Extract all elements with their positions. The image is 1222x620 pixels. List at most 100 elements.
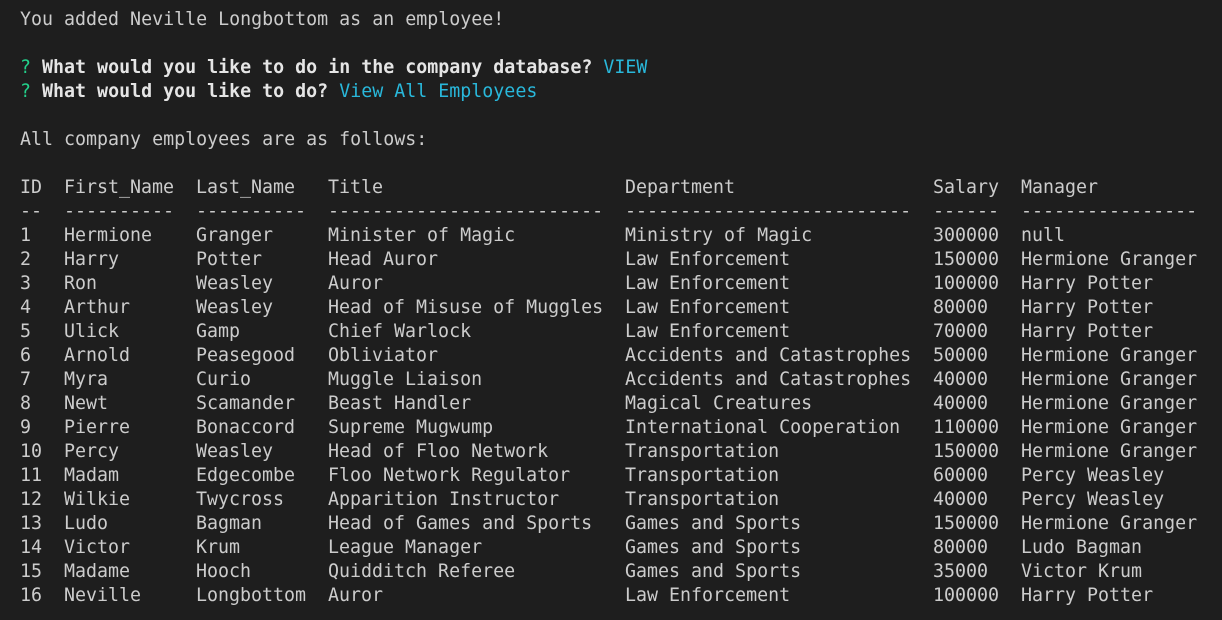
cell-last-name: Weasley <box>196 441 274 462</box>
cell-salary: 100000 <box>933 585 1000 606</box>
cell-first-name: Madam <box>64 465 120 486</box>
table-header-row: ID First_Name Last_Name Title Department… <box>20 176 1222 200</box>
header-salary: Salary <box>933 177 1000 198</box>
cell-first-name: Ludo <box>64 513 109 534</box>
cell-id: 5 <box>20 321 32 342</box>
cell-id: 1 <box>20 225 32 246</box>
question-mark-icon: ? <box>20 81 32 102</box>
cell-last-name: Peasegood <box>196 345 296 366</box>
cell-last-name: Scamander <box>196 393 296 414</box>
table-row: 6 Arnold Peasegood Obliviator Accidents and … <box>20 344 1222 368</box>
employee-table: ID First_Name Last_Name Title Department… <box>20 176 1222 608</box>
cell-id: 13 <box>20 513 43 534</box>
cell-last-name: Potter <box>196 249 263 270</box>
cell-last-name: Gamp <box>196 321 241 342</box>
cell-department: Accidents and Catastrophes <box>625 369 912 390</box>
cell-title: Quidditch Referee <box>328 561 516 582</box>
cell-department: Transportation <box>625 465 780 486</box>
cell-manager: Percy Weasley <box>1021 465 1165 486</box>
cell-department: Ministry of Magic <box>625 225 813 246</box>
cell-department: Law Enforcement <box>625 273 791 294</box>
cell-manager: Hermione Granger <box>1021 513 1198 534</box>
separator-id: -- <box>20 201 43 222</box>
cell-id: 11 <box>20 465 43 486</box>
table-row: 2 Harry Potter Head Auror Law Enforcement 150… <box>20 248 1222 272</box>
cell-id: 6 <box>20 345 32 366</box>
cell-first-name: Myra <box>64 369 109 390</box>
cell-first-name: Madame <box>64 561 131 582</box>
cell-id: 10 <box>20 441 43 462</box>
terminal-output[interactable]: You added Neville Longbottom as an emplo… <box>0 0 1222 620</box>
cell-salary: 150000 <box>933 513 1000 534</box>
cell-salary: 40000 <box>933 369 989 390</box>
cell-title: Head of Games and Sports <box>328 513 593 534</box>
table-row: 10 Percy Weasley Head of Floo Network Transp… <box>20 440 1222 464</box>
prompt-answer: View All Employees <box>339 81 538 102</box>
cell-title: Auror <box>328 585 384 606</box>
table-row: 11 Madam Edgecombe Floo Network Regulator Tr… <box>20 464 1222 488</box>
cell-id: 12 <box>20 489 43 510</box>
cell-manager: Victor Krum <box>1021 561 1143 582</box>
cell-title: Chief Warlock <box>328 321 472 342</box>
cell-title: Beast Handler <box>328 393 472 414</box>
cell-department: Magical Creatures <box>625 393 813 414</box>
table-intro: All company employees are as follows: <box>20 129 428 150</box>
separator-first-name: ---------- <box>64 201 175 222</box>
cell-manager: Harry Potter <box>1021 321 1154 342</box>
cell-id: 3 <box>20 273 32 294</box>
prompt-question: What would you like to do in the company… <box>42 57 593 78</box>
cell-department: Law Enforcement <box>625 249 791 270</box>
cell-department: International Cooperation <box>625 417 901 438</box>
cell-salary: 110000 <box>933 417 1000 438</box>
table-row: 9 Pierre Bonaccord Supreme Mugwump Internati… <box>20 416 1222 440</box>
cell-id: 4 <box>20 297 32 318</box>
cell-title: Auror <box>328 273 384 294</box>
cell-first-name: Victor <box>64 537 131 558</box>
cell-title: Head of Misuse of Muggles <box>328 297 604 318</box>
cell-salary: 70000 <box>933 321 989 342</box>
cell-id: 15 <box>20 561 43 582</box>
cell-manager: Ludo Bagman <box>1021 537 1143 558</box>
header-first-name: First_Name <box>64 177 175 198</box>
separator-department: -------------------------- <box>625 201 912 222</box>
table-row: 3 Ron Weasley Auror Law Enforcement 100000 Har… <box>20 272 1222 296</box>
cell-last-name: Weasley <box>196 297 274 318</box>
table-row: 8 Newt Scamander Beast Handler Magical Creat… <box>20 392 1222 416</box>
cell-department: Games and Sports <box>625 513 802 534</box>
cell-title: Head of Floo Network <box>328 441 549 462</box>
prompt-line-action: ? What would you like to do? View All Em… <box>20 80 1222 104</box>
cell-salary: 100000 <box>933 273 1000 294</box>
cell-first-name: Arthur <box>64 297 131 318</box>
table-body: 1 Hermione Granger Minister of Magic Ministr… <box>20 224 1222 608</box>
cell-id: 2 <box>20 249 32 270</box>
cell-id: 14 <box>20 537 43 558</box>
cell-manager: Harry Potter <box>1021 585 1154 606</box>
cell-title: League Manager <box>328 537 483 558</box>
cell-first-name: Harry <box>64 249 120 270</box>
separator-title: ------------------------- <box>328 201 604 222</box>
cell-title: Supreme Mugwump <box>328 417 494 438</box>
cell-last-name: Hooch <box>196 561 252 582</box>
table-row: 13 Ludo Bagman Head of Games and Sports Game… <box>20 512 1222 536</box>
cell-salary: 150000 <box>933 249 1000 270</box>
cell-department: Games and Sports <box>625 537 802 558</box>
cell-department: Transportation <box>625 489 780 510</box>
separator-last-name: ---------- <box>196 201 307 222</box>
cell-manager: Hermione Granger <box>1021 369 1198 390</box>
cell-last-name: Krum <box>196 537 241 558</box>
cell-last-name: Edgecombe <box>196 465 296 486</box>
cell-last-name: Bonaccord <box>196 417 296 438</box>
cell-salary: 80000 <box>933 297 989 318</box>
cell-department: Transportation <box>625 441 780 462</box>
question-mark-icon: ? <box>20 57 32 78</box>
table-row: 14 Victor Krum League Manager Games and Spor… <box>20 536 1222 560</box>
table-row: 16 Neville Longbottom Auror Law Enforcement 1… <box>20 584 1222 608</box>
cell-last-name: Longbottom <box>196 585 307 606</box>
separator-salary: ------ <box>933 201 1000 222</box>
cell-id: 16 <box>20 585 43 606</box>
cell-title: Apparition Instructor <box>328 489 560 510</box>
cell-first-name: Pierre <box>64 417 131 438</box>
header-manager: Manager <box>1021 177 1099 198</box>
